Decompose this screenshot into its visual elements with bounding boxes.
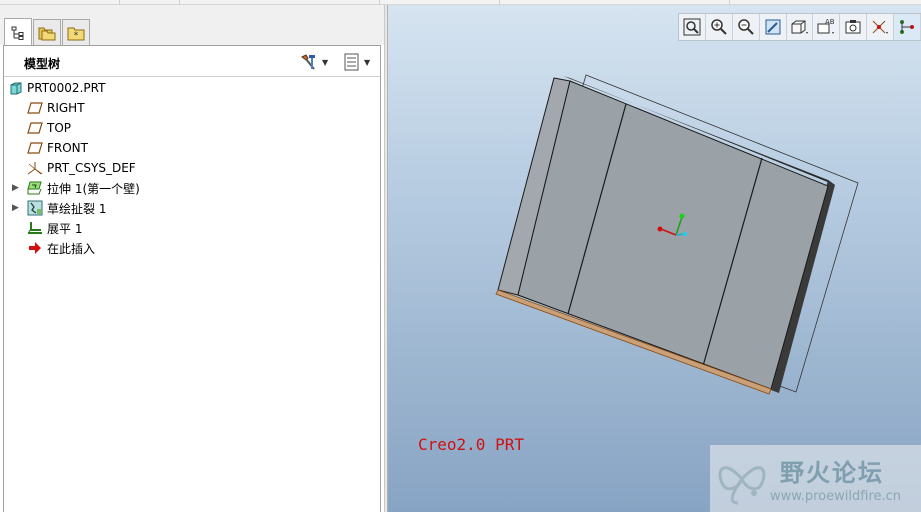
model-tree-tab[interactable] [4,18,32,47]
tree-item-label: FRONT [47,141,88,155]
watermark-title: 野火论坛 [780,459,884,487]
favorites-tab[interactable]: * [62,19,90,46]
part-icon [8,80,24,96]
datum-plane-icon [27,100,43,116]
csys-icon [27,160,43,176]
navigator-panel: * 模型树 ▼ ▼ PRT0002.PRT RIGHT TOP FRONT PR… [0,5,384,512]
expand-arrow-icon[interactable]: ▶ [12,203,22,213]
datum-plane-icon [27,120,43,136]
tree-item-extrude[interactable]: ▶ 拉伸 1(第一个壁) [4,178,380,198]
butterfly-logo-icon [718,466,766,505]
tree-item-front[interactable]: FRONT [4,138,380,158]
tree-item-label: 草绘扯裂 1 [47,201,107,216]
graphics-viewport[interactable]: AB Creo2.0 PRT 野火论坛 www.proewildfire.cn [388,5,921,512]
sheetmetal-wall-icon [27,180,43,196]
viewport-caption: Creo2.0 PRT [418,435,524,454]
chevron-down-icon: ▼ [322,57,329,67]
model-tree-title: 模型树 [24,57,61,71]
tree-item-label: TOP [47,121,72,135]
folder-browser-tab[interactable] [33,19,61,46]
tree-item-label: PRT0002.PRT [27,81,106,95]
settings-dropdown-button[interactable]: ▼ [300,53,328,71]
forum-watermark: 野火论坛 www.proewildfire.cn [710,445,921,512]
tree-item-label: RIGHT [47,101,85,115]
tree-item-label: 拉伸 1(第一个壁) [47,181,140,196]
tree-item-csys[interactable]: PRT_CSYS_DEF [4,158,380,178]
main-face [517,80,829,390]
unbend-icon [27,220,43,236]
tree-item-label: 展平 1 [47,221,83,236]
tree-item-top[interactable]: TOP [4,118,380,138]
chevron-down-icon: ▼ [364,57,371,67]
watermark-url: www.proewildfire.cn [770,489,901,504]
svg-text:*: * [74,31,79,41]
tree-item-label: PRT_CSYS_DEF [47,161,136,175]
tree-item-right[interactable]: RIGHT [4,98,380,118]
sketched-rip-icon [27,200,43,216]
navigator-tabs: * [0,5,384,47]
folders-icon [38,27,56,41]
list-icon [344,53,359,71]
datum-plane-icon [27,140,43,156]
insert-here-arrow-icon [27,240,43,256]
tools-icon [301,54,315,70]
tree-item-sketched-rip[interactable]: ▶ 草绘扯裂 1 [4,198,380,218]
model-tree: 模型树 ▼ ▼ PRT0002.PRT RIGHT TOP FRONT PRT_… [3,45,381,512]
expand-arrow-icon[interactable]: ▶ [12,183,22,193]
tree-item-insert-here[interactable]: 在此插入 [4,238,380,258]
tree-item-label: 在此插入 [47,241,96,256]
tree-item-part[interactable]: PRT0002.PRT [4,78,380,98]
tree-item-unbend[interactable]: 展平 1 [4,218,380,238]
tree-icon [11,26,24,40]
model-tree-header: 模型树 ▼ ▼ [4,46,380,77]
show-dropdown-button[interactable]: ▼ [344,53,370,71]
favorites-folder-icon: * [67,27,85,41]
